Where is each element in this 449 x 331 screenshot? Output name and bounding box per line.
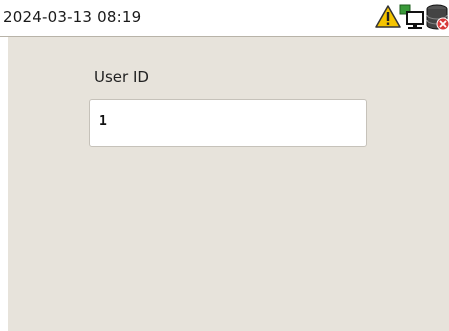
user-id-label: User ID [94, 68, 149, 86]
device-screen: 2024-03-13 08:19 User ID 1 [0, 0, 449, 331]
content-panel: User ID 1 [8, 37, 449, 331]
status-icons [375, 4, 449, 32]
database-error-icon [426, 4, 449, 31]
warning-icon [375, 5, 401, 28]
status-bar: 2024-03-13 08:19 [0, 0, 449, 37]
network-computer-icon [399, 4, 424, 29]
datetime: 2024-03-13 08:19 [3, 8, 142, 26]
user-id-input[interactable]: 1 [89, 99, 367, 147]
